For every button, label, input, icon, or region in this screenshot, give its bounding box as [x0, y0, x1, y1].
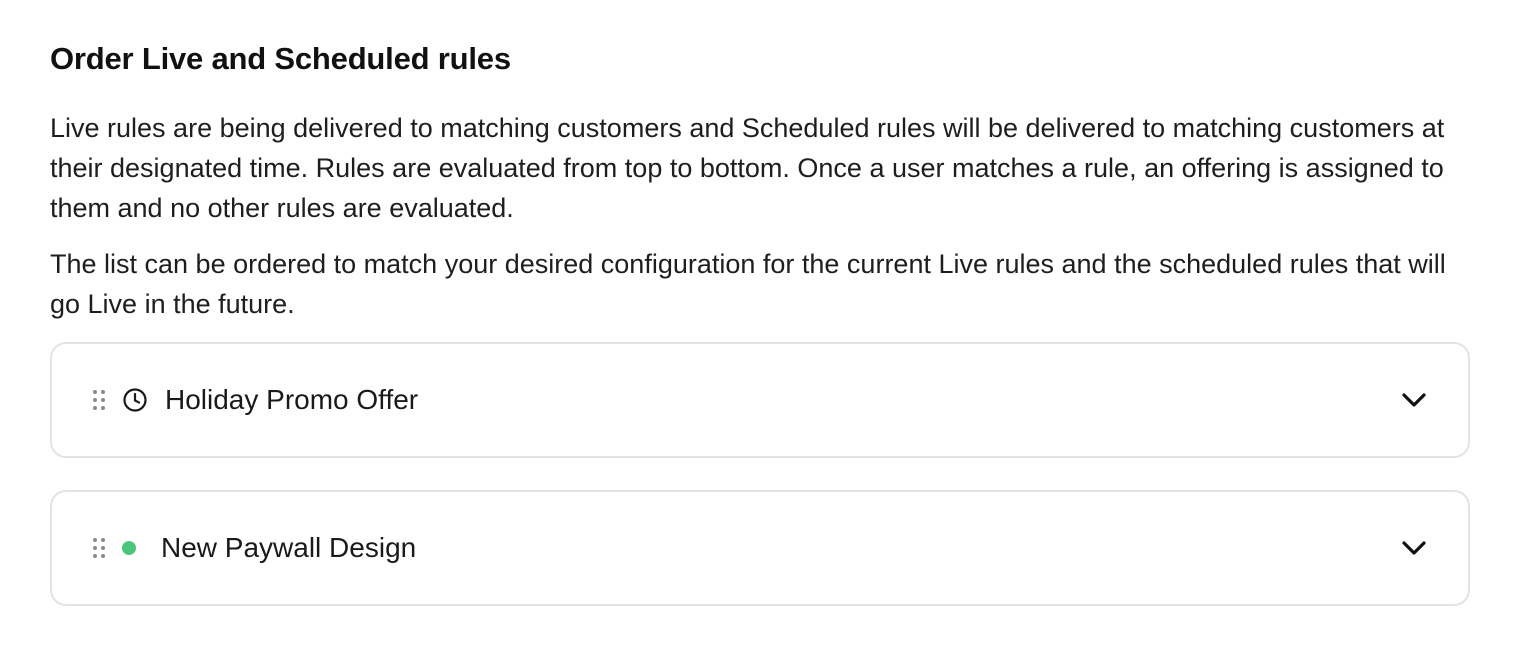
rule-name: New Paywall Design	[161, 532, 417, 563]
rule-card-holiday-promo-offer[interactable]: Holiday Promo Offer	[50, 342, 1470, 458]
drag-handle-icon[interactable]	[92, 537, 106, 559]
drag-handle-icon[interactable]	[92, 389, 106, 411]
chevron-down-icon[interactable]	[1400, 534, 1428, 562]
clock-icon	[122, 387, 148, 413]
rule-list: Holiday Promo Offer New Paywall Design	[50, 342, 1470, 606]
rule-name: Holiday Promo Offer	[165, 384, 419, 415]
rule-card-new-paywall-design[interactable]: New Paywall Design	[50, 490, 1470, 606]
chevron-down-icon[interactable]	[1400, 386, 1428, 414]
live-status-dot	[122, 541, 136, 555]
rules-ordering-section: Order Live and Scheduled rules Live rule…	[50, 36, 1470, 606]
ordering-note-paragraph: The list can be ordered to match your de…	[50, 249, 1446, 319]
section-title: Order Live and Scheduled rules	[50, 41, 511, 76]
description-paragraph: Live rules are being delivered to matchi…	[50, 113, 1445, 223]
